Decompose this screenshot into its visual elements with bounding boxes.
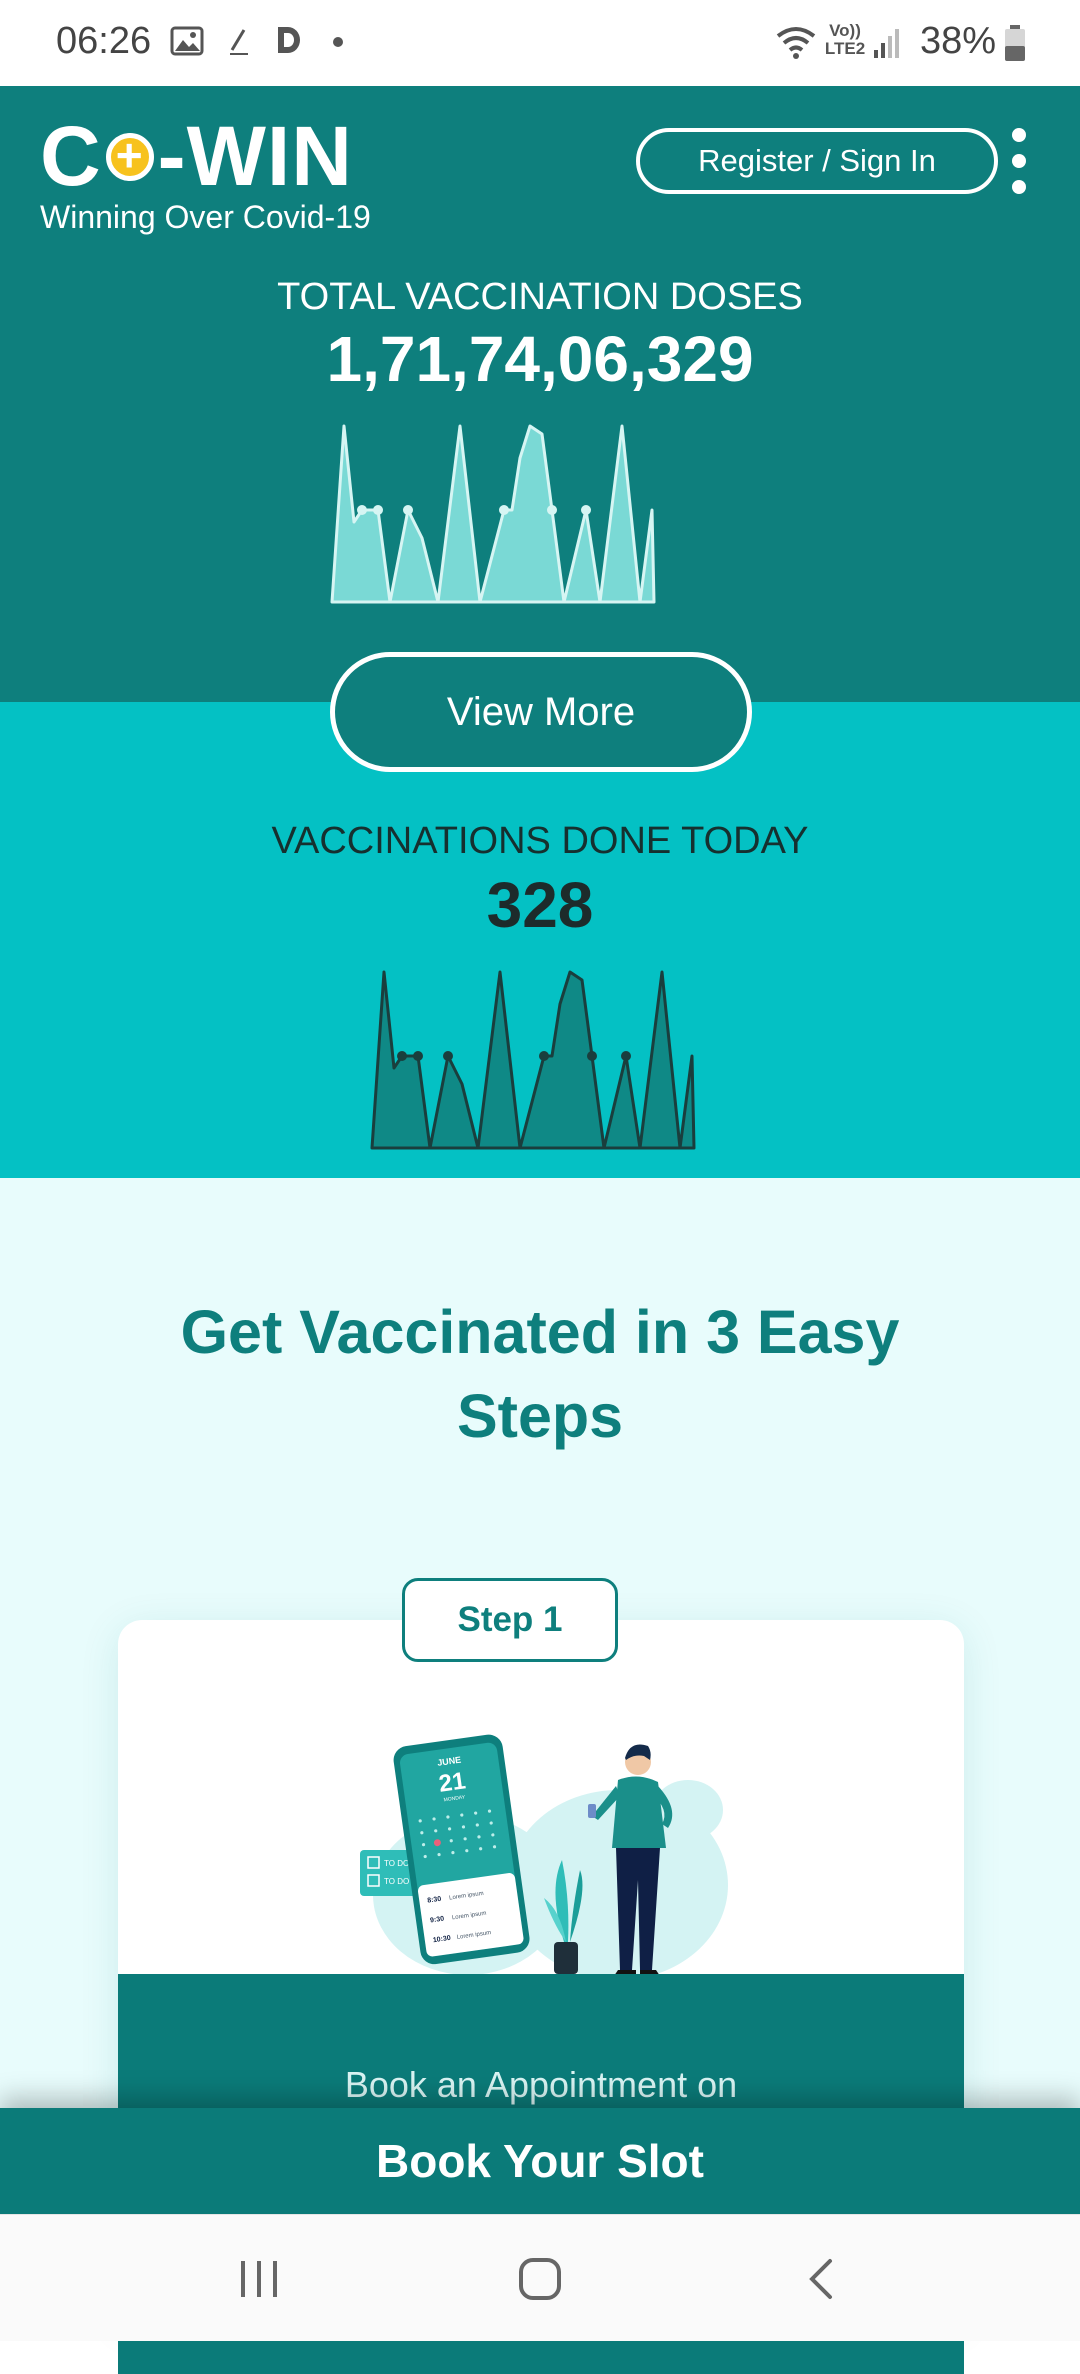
step-description: Book an Appointment on — [344, 2064, 738, 2105]
signal-icon — [874, 29, 899, 58]
battery-icon — [1005, 25, 1025, 61]
battery-percent: 38% — [920, 20, 997, 62]
step-1-badge: Step 1 — [402, 1578, 618, 1662]
app-d-icon — [278, 27, 300, 53]
recent-apps-icon[interactable] — [238, 2257, 280, 2301]
today-label: VACCINATIONS DONE TODAY — [271, 820, 809, 862]
more-options-icon[interactable] — [1006, 128, 1032, 208]
today-section: VACCINATIONS DONE TODAY 328 — [0, 702, 1080, 1178]
register-signin-button[interactable]: Register / Sign In — [636, 128, 998, 194]
logo-plus-icon: + — [105, 132, 154, 181]
steps-title: Get Vaccinated in 3 Easy Steps — [180, 1298, 900, 1450]
logo-text-c: C — [40, 109, 102, 203]
today-value: 328 — [486, 869, 594, 941]
total-doses-label: TOTAL VACCINATION DOSES — [277, 276, 803, 318]
app-header: C + -WIN Winning Over Covid-19 Register / … — [0, 86, 1080, 266]
logo-text-win: -WIN — [157, 109, 353, 203]
status-bar: 06:26 Vo)) LTE2 38% — [0, 0, 1080, 86]
todo-text-2: TO DO — [384, 1877, 409, 1886]
total-doses-value: 1,71,74,06,329 — [326, 323, 754, 395]
calendar-day: 21 — [437, 1767, 467, 1797]
back-icon[interactable] — [806, 2257, 836, 2301]
total-doses-section: TOTAL VACCINATION DOSES 1,71,74,06,329 — [0, 266, 1080, 702]
book-your-slot-button[interactable]: Book Your Slot — [0, 2108, 1080, 2214]
network-label: Vo)) LTE2 — [824, 21, 866, 58]
home-icon[interactable] — [518, 2257, 562, 2301]
todo-text-1: TO DO — [384, 1859, 409, 1868]
navigation-bar — [0, 2214, 1080, 2341]
pen-icon — [230, 29, 248, 55]
view-more-button[interactable]: View More — [330, 652, 752, 772]
gallery-icon — [170, 26, 204, 56]
logo-tagline: Winning Over Covid-19 — [40, 199, 371, 235]
booking-illustration: TO DO TO DO JUNE 21 MONDAY 8:30 Lorem ip… — [358, 1734, 728, 1980]
wifi-icon — [776, 27, 816, 59]
today-sparkline — [370, 970, 696, 1150]
status-time: 06:26 — [56, 20, 152, 62]
cowin-logo[interactable]: C + -WIN — [40, 114, 353, 198]
total-doses-sparkline — [330, 424, 656, 604]
notification-dot-icon — [333, 37, 343, 47]
